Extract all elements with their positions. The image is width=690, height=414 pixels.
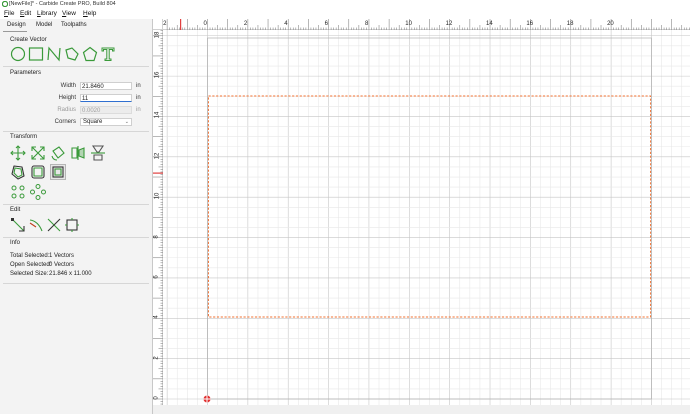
edit-heading: Edit (10, 207, 21, 213)
x-tick-label: 14 (486, 21, 493, 27)
ruler-position-marker (153, 172, 163, 174)
height-label: Height (58, 95, 76, 101)
join-icon[interactable] (64, 217, 80, 233)
y-tick-label: 6 (153, 275, 160, 279)
radius-unit: in (136, 107, 141, 113)
tab-active-indicator (3, 31, 27, 32)
y-tick-label: 18 (154, 31, 161, 39)
y-tick-label: 8 (153, 234, 160, 239)
x-tick-label: 2 (243, 21, 248, 27)
open-selected-row: Open Selected: 0 Vectors (10, 262, 74, 268)
menu-file[interactable]: File (4, 10, 15, 17)
divider (3, 283, 149, 284)
y-tick-label: 4 (153, 315, 160, 319)
y-tick-label: 14 (154, 112, 161, 119)
x-tick-label: 4 (284, 21, 288, 27)
x-tick-label: 2 (163, 21, 167, 27)
offset-icon[interactable] (90, 145, 106, 161)
x-tick-label: 6 (324, 21, 328, 27)
y-tick-label: 0 (153, 396, 160, 400)
menu-edit[interactable]: Edit (20, 10, 31, 17)
x-tick-label: 18 (566, 21, 574, 27)
ruler-position-marker (180, 19, 182, 30)
total-selected-label: Total Selected: (10, 253, 50, 259)
corners-select[interactable]: Square ⌄ (80, 118, 132, 126)
radial-array-icon[interactable] (30, 184, 46, 200)
chevron-down-icon: ⌄ (124, 119, 129, 125)
tab-toolpaths[interactable]: Toolpaths (61, 22, 87, 28)
mirror-icon[interactable] (70, 145, 86, 161)
open-selected-value: 0 Vectors (49, 262, 75, 268)
x-tick-label: 8 (364, 21, 369, 27)
selected-size-row: Selected Size: 21.846 x 11.000 (10, 271, 92, 277)
y-tick-label: 16 (154, 71, 161, 79)
polygon-icon[interactable] (64, 46, 80, 62)
node-edit-icon[interactable] (10, 217, 26, 233)
selected-size-label: Selected Size: (10, 271, 49, 277)
rectangle-icon[interactable] (28, 46, 44, 62)
height-field[interactable]: 11 (80, 94, 132, 102)
x-tick-label: 16 (526, 21, 534, 27)
polyline-icon[interactable] (46, 46, 62, 62)
menu-view[interactable]: View (62, 10, 76, 17)
window-title: [NewFile]* - Carbide Create PRO, Build 8… (9, 1, 116, 7)
tab-model[interactable]: Model (36, 22, 52, 28)
vertical-ruler: 18 16 14 12 10 8 6 4 2 0 (153, 30, 163, 405)
divider (3, 131, 149, 132)
menu-bar: File Edit Library View Help (0, 9, 690, 19)
boundary-icon[interactable] (30, 164, 46, 180)
menu-help[interactable]: Help (83, 10, 96, 17)
total-selected-row: Total Selected: 1 Vectors (10, 253, 74, 259)
divider (3, 66, 149, 67)
width-field[interactable]: 21.8460 (80, 82, 132, 90)
divider (3, 204, 149, 205)
width-label: Width (60, 83, 76, 89)
corners-value: Square (83, 119, 103, 125)
cut-icon[interactable] (46, 217, 62, 233)
rotate-icon[interactable] (50, 145, 66, 161)
selected-size-value: 21.846 x 11.000 (49, 271, 92, 277)
origin-marker (203, 395, 211, 403)
ruler-corner (153, 19, 163, 30)
array-icon[interactable] (10, 184, 26, 200)
x-tick-label: 0 (203, 21, 207, 27)
text-icon[interactable] (100, 46, 116, 62)
scale-icon[interactable] (30, 145, 46, 161)
menu-library[interactable]: Library (37, 10, 57, 17)
radius-field[interactable]: 0.0020 (80, 106, 132, 114)
design-canvas[interactable] (163, 30, 690, 405)
title-bar: [NewFile]* - Carbide Create PRO, Build 8… (0, 0, 690, 9)
pentagon-icon[interactable] (82, 46, 98, 62)
horizontal-ruler: 2 0 2 4 6 8 10 12 14 16 18 20 (163, 19, 690, 30)
total-selected-value: 1 Vectors (49, 253, 75, 259)
create-vector-heading: Create Vector (10, 37, 47, 43)
parameters-heading: Parameters (10, 70, 42, 76)
tab-design[interactable]: Design (7, 22, 26, 28)
move-icon[interactable] (10, 145, 26, 161)
x-tick-label: 20 (607, 21, 614, 27)
circle-icon[interactable] (10, 46, 26, 62)
y-tick-label: 2 (153, 355, 160, 360)
x-tick-label: 12 (445, 21, 453, 27)
y-tick-label: 12 (154, 152, 161, 160)
status-bar (153, 405, 690, 414)
app-logo-icon (2, 1, 8, 7)
width-unit: in (136, 83, 141, 89)
x-tick-label: 10 (405, 21, 412, 27)
y-tick-label: 10 (154, 192, 161, 200)
height-unit: in (136, 95, 141, 101)
fillet-icon[interactable] (10, 164, 26, 180)
radius-label: Radius (57, 107, 76, 113)
corners-label: Corners (54, 119, 76, 125)
open-selected-label: Open Selected: (10, 262, 52, 268)
divider (3, 237, 149, 238)
info-heading: Info (10, 240, 21, 246)
transform-heading: Transform (10, 134, 38, 140)
trim-icon[interactable] (28, 217, 44, 233)
align-icon[interactable] (50, 164, 66, 180)
